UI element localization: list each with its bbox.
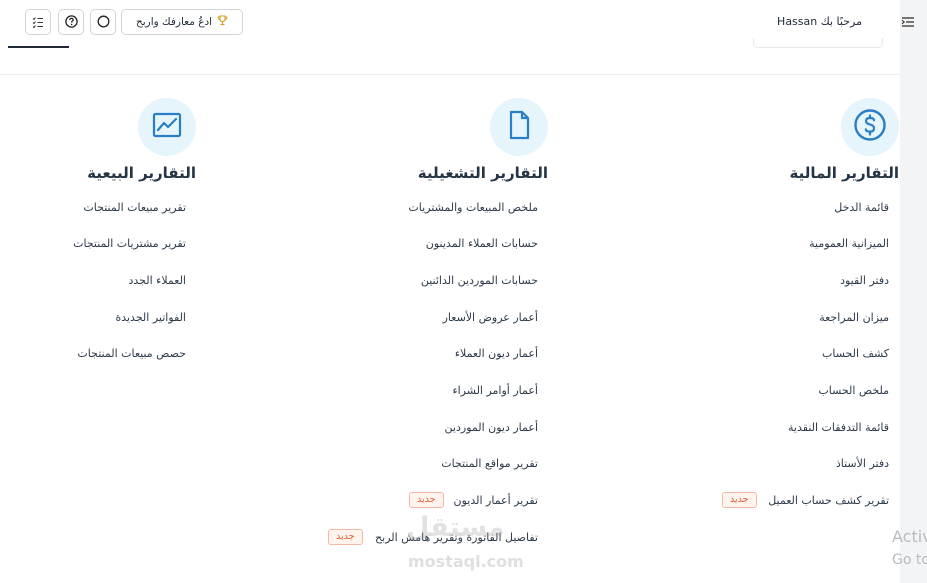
report-link[interactable]: تقرير أعمار الديون [454, 494, 538, 507]
report-link[interactable]: أعمار أوامر الشراء [452, 384, 538, 397]
invite-label: ادعُ معارفك واربح [135, 16, 213, 28]
report-link[interactable]: تقرير كشف حساب العميل [768, 494, 889, 507]
report-link[interactable]: حسابات العملاء المدينون [426, 237, 538, 250]
trophy-icon [217, 15, 228, 29]
new-badge: جديد [409, 492, 444, 508]
sales-icon-badge [138, 98, 196, 156]
checklist-icon [32, 13, 44, 32]
report-link[interactable]: الفواتير الجديدة [115, 311, 186, 324]
report-link[interactable]: حسابات الموردين الدائنين [421, 274, 538, 287]
report-link[interactable]: ملخص المبيعات والمشتريات [408, 201, 538, 214]
document-icon [502, 108, 536, 146]
report-link[interactable]: تقرير مشتريات المنتجات [73, 237, 186, 250]
report-link[interactable]: أعمار ديون الموردين [445, 421, 538, 434]
watermark-latin: mostaql.com [408, 552, 524, 571]
new-badge: جديد [328, 529, 363, 545]
dollar-icon [853, 108, 887, 146]
report-link[interactable]: تقرير مواقع المنتجات [441, 457, 538, 470]
operational-reports-column: التقارير التشغيلية ملخص المبيعات والمشتر… [278, 98, 548, 558]
invite-friends-button[interactable]: ادعُ معارفك واربح [121, 9, 243, 35]
report-link[interactable]: تقرير مبيعات المنتجات [83, 201, 186, 214]
status-button[interactable] [90, 9, 116, 35]
checklist-button[interactable] [25, 9, 51, 35]
financial-reports-column: التقارير المالية قائمة الدخل الميزانية ا… [629, 98, 899, 538]
circle-icon [97, 13, 110, 32]
report-link[interactable]: الميزانية العمومية [809, 237, 889, 250]
report-link[interactable]: قائمة التدفقات النقدية [788, 421, 889, 434]
activation-notice-line2: Go to [892, 552, 927, 568]
report-link[interactable]: قائمة الدخل [834, 201, 889, 214]
active-tab-indicator [8, 46, 69, 48]
scrollbar-track[interactable] [900, 0, 927, 583]
sales-reports-title: التقارير البيعية [87, 164, 196, 182]
operational-icon-badge [490, 98, 548, 156]
header-divider [0, 74, 900, 75]
report-link[interactable]: كشف الحساب [822, 347, 889, 360]
operational-reports-title: التقارير التشغيلية [417, 164, 548, 182]
report-link[interactable]: ملخص الحساب [818, 384, 889, 397]
new-badge: جديد [722, 492, 757, 508]
activation-notice-line1: Activ [892, 527, 927, 546]
report-link[interactable]: حصص مبيعات المنتجات [77, 347, 186, 360]
financial-reports-title: التقارير المالية [789, 164, 899, 182]
help-button[interactable] [58, 9, 84, 35]
report-link[interactable]: ميزان المراجعة [819, 311, 889, 324]
trend-chart-icon [150, 108, 184, 146]
search-field-edge[interactable] [753, 38, 883, 48]
report-link[interactable]: أعمار ديون العملاء [455, 347, 538, 360]
welcome-text: مرحبًا بك Hassan [777, 15, 862, 28]
report-link[interactable]: دفتر القيود [840, 274, 889, 287]
financial-icon-badge [841, 98, 899, 156]
report-link[interactable]: دفتر الأستاذ [836, 457, 889, 470]
report-link[interactable]: العملاء الجدد [129, 274, 187, 287]
watermark-arabic: مستقل [406, 512, 505, 543]
help-icon [64, 13, 78, 32]
sales-reports-column: التقارير البيعية تقرير مبيعات المنتجات ت… [0, 98, 196, 378]
menu-icon[interactable] [901, 14, 915, 28]
report-link[interactable]: أعمار عروض الأسعار [443, 311, 538, 324]
